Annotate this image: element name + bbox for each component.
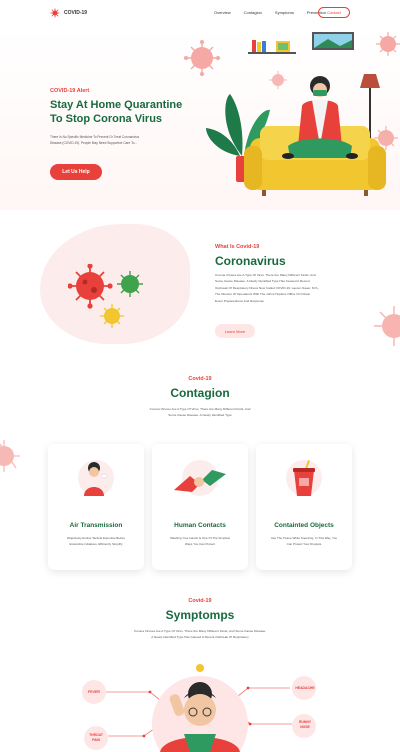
symptoms-section: Covid-19 Symptomps Corona Viruses Are A …	[0, 590, 400, 752]
contagion-eyebrow: Covid-19	[188, 376, 212, 382]
hero-eyebrow: COVID-19 Alert	[50, 88, 90, 94]
side-virus-icon	[374, 306, 400, 346]
left-virus-icon	[0, 440, 20, 472]
nav-overview[interactable]: Overview	[214, 10, 231, 15]
symptoms-eyebrow: Covid-19	[188, 598, 212, 604]
card-text: Washing Your Hands Is One Of The Simples…	[152, 536, 248, 548]
symptom-headache-label: HEADACHE	[295, 686, 315, 690]
symptom-throat-pain-label: THROAT PAIN	[84, 733, 108, 743]
contagion-line-2: Some Cause Disease. A Newly Identified T…	[168, 413, 232, 418]
contact-button[interactable]: Contact	[318, 7, 350, 18]
symptoms-description: Corona Viruses Are A Type Of Virus. Ther…	[0, 628, 400, 641]
let-us-help-label: Let Us Help	[62, 169, 90, 175]
nav-contagion[interactable]: Contagion	[244, 10, 262, 15]
card-text: Use The Tissue While Sneezing. In This W…	[256, 536, 352, 548]
virus-cluster-illustration	[68, 264, 143, 328]
symptom-fever-label: FEVER	[88, 690, 100, 694]
brand-name: COVID-19	[64, 10, 88, 16]
card-title: Air Transmission	[69, 522, 123, 529]
large-virus-icon	[68, 264, 113, 309]
contact-button-label: Contact	[327, 10, 341, 15]
card-containted-objects[interactable]: Containted Objects Use The Tissue While …	[256, 444, 352, 570]
hero-section: COVID-19 Alert Stay At Home Quarantine T…	[0, 28, 400, 210]
handshake-icon	[174, 470, 226, 492]
sneezing-person-icon	[84, 462, 108, 496]
hero-illustration	[184, 32, 400, 196]
about-eyebrow: What Is Covid-19	[215, 244, 260, 250]
learn-more-button[interactable]: Learn More	[215, 324, 255, 338]
virus-icon	[184, 40, 220, 76]
symptoms-title: Symptomps	[165, 608, 235, 622]
virus-logo-icon	[50, 8, 60, 18]
card-line-2: Ways You Can Protect	[185, 541, 215, 546]
symptoms-line-2: A Newly Identified Type Has Caused A Rec…	[151, 635, 249, 640]
card-human-contacts[interactable]: Human Contacts Washing Your Hands Is One…	[152, 444, 248, 570]
contagion-section: Covid-19 Contagion Corona Viruses Are A …	[0, 370, 400, 590]
cup-icon	[293, 460, 315, 496]
yellow-virus-icon	[100, 304, 124, 328]
contagion-description: Corona Viruses Are A Type Of Virus. Ther…	[0, 406, 400, 419]
symptom-runny-line-2: NOSE	[300, 725, 310, 729]
hero-desc-line2: Disease (COVID-19). People May Need Supp…	[50, 141, 138, 146]
learn-more-label: Learn More	[224, 328, 246, 334]
nav-symptoms[interactable]: Symptoms	[275, 10, 294, 15]
contagion-title: Contagion	[170, 386, 230, 400]
header: COVID-19 Overview Contagion Symptoms Pre…	[0, 0, 400, 28]
about-title: Coronavirus	[215, 254, 286, 268]
hero-title-line2: To Stop Corona Virus	[50, 113, 163, 125]
symptom-throat-line-2: PAIN	[92, 738, 100, 742]
green-virus-icon	[117, 271, 143, 297]
let-us-help-button[interactable]: Let Us Help	[50, 164, 102, 180]
card-air-transmission[interactable]: Air Transmission Objectively Evolve Tact…	[48, 444, 144, 570]
main-nav: Overview Contagion Symptoms Prevention	[214, 10, 326, 15]
hero-description: There Is No Specific Medicine To Prevent…	[50, 134, 139, 147]
card-title: Containted Objects	[274, 522, 334, 529]
card-line-2: Can Protect Your Droplets	[286, 541, 322, 546]
symptom-runny-nose-label: RUNNY NOSE	[294, 720, 316, 730]
about-description: Corona Viruses Are A Type Of Virus. Ther…	[215, 272, 365, 304]
card-title: Human Contacts	[174, 522, 226, 529]
card-text: Objectively Evolve Tactical Expertise Be…	[48, 536, 144, 548]
hero-title-line1: Stay At Home Quarantine	[50, 99, 183, 111]
hero-title: Stay At Home Quarantine To Stop Corona V…	[50, 98, 182, 126]
card-line-2: Extensible Initiatives. Efficiently Simp…	[69, 541, 123, 546]
about-section: What Is Covid-19 Coronavirus Corona Viru…	[0, 210, 400, 370]
logo[interactable]: COVID-19	[50, 8, 87, 18]
about-line-5: Event Preparedness And Response	[215, 298, 265, 303]
